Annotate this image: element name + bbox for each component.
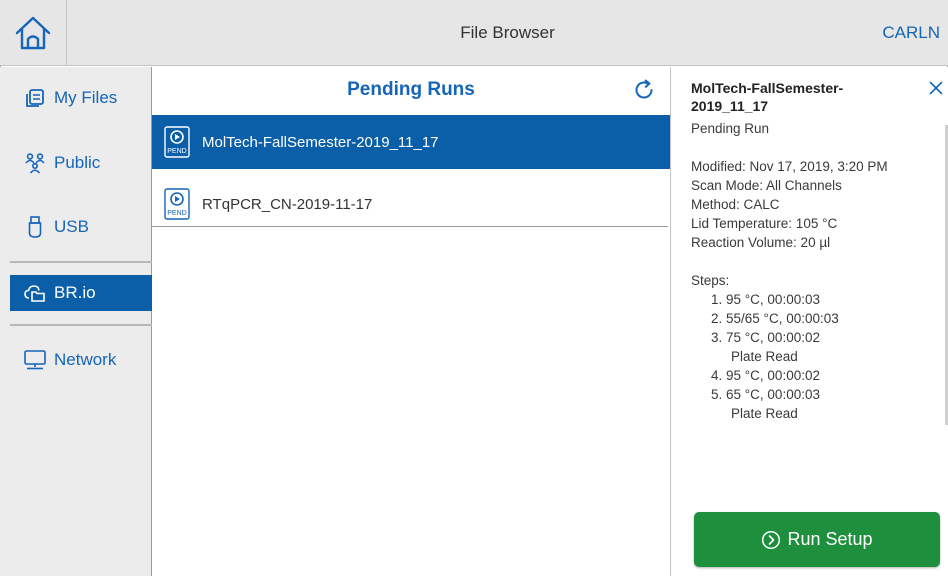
home-icon (15, 16, 51, 50)
usb-icon (24, 216, 46, 238)
detail-modified: Modified: Nov 17, 2019, 3:20 PM (691, 159, 888, 174)
detail-step: 4. 95 °C, 00:00:02 (711, 368, 820, 383)
run-name: MolTech-FallSemester-2019_11_17 (202, 133, 439, 151)
detail-step: 2. 55/65 °C, 00:00:03 (711, 311, 839, 326)
refresh-button[interactable] (632, 78, 656, 102)
detail-step: 3. 75 °C, 00:00:02 (711, 330, 820, 345)
pend-badge-text: PEND (167, 210, 186, 217)
pending-run-icon: PEND (164, 125, 190, 159)
detail-steps-label: Steps: (691, 273, 730, 288)
row-divider (152, 226, 668, 227)
detail-scan-mode: Scan Mode: All Channels (691, 178, 842, 193)
detail-step-note: Plate Read (731, 349, 798, 364)
detail-lid-temperature: Lid Temperature: 105 °C (691, 216, 838, 231)
pend-badge-text: PEND (167, 148, 186, 155)
sidebar-item-label: USB (54, 217, 89, 236)
close-details-button[interactable] (926, 77, 946, 99)
run-details-panel: MolTech-FallSemester-2019_11_17 Pending … (671, 67, 948, 576)
run-setup-button[interactable]: Run Setup (694, 512, 940, 567)
page-title: File Browser (460, 23, 555, 42)
detail-reaction-volume: Reaction Volume: 20 µl (691, 235, 831, 250)
detail-step: 1. 95 °C, 00:00:03 (711, 292, 820, 307)
sidebar-item-public[interactable]: Public (10, 145, 152, 181)
user-menu[interactable]: CARLN (882, 0, 940, 66)
sidebar-item-label: Public (54, 153, 101, 172)
my-files-icon (24, 87, 46, 109)
run-name: RTqPCR_CN-2019-11-17 (202, 195, 373, 213)
run-setup-label: Run Setup (787, 529, 873, 549)
list-title: Pending Runs (347, 79, 475, 100)
sidebar-item-br-io[interactable]: BR.io (10, 275, 152, 311)
sidebar-item-label: BR.io (54, 283, 96, 302)
detail-run-name: MolTech-FallSemester-2019_11_17 (691, 80, 844, 114)
header-bar: File Browser CARLN (0, 0, 948, 66)
detail-body: Pending Run Modified: Nov 17, 2019, 3:20… (691, 119, 941, 427)
home-button[interactable] (0, 0, 66, 66)
sidebar: My Files Public USB BR.io Network (0, 67, 152, 576)
chevron-circle-icon (761, 530, 781, 550)
sidebar-item-label: My Files (54, 88, 118, 107)
sidebar-item-usb[interactable]: USB (10, 209, 152, 245)
network-icon (24, 349, 46, 371)
sidebar-separator (10, 324, 152, 326)
refresh-icon (635, 79, 653, 99)
run-row[interactable]: PEND RTqPCR_CN-2019-11-17 (152, 177, 670, 231)
sidebar-separator (10, 261, 152, 263)
close-icon (929, 81, 943, 95)
cloud-folder-icon (24, 282, 46, 304)
sidebar-item-network[interactable]: Network (10, 342, 152, 378)
pending-run-icon: PEND (164, 187, 190, 221)
detail-step: 5. 65 °C, 00:00:03 (711, 387, 820, 402)
detail-type: Pending Run (691, 121, 770, 136)
detail-method: Method: CALC (691, 197, 780, 212)
run-row[interactable]: PEND MolTech-FallSemester-2019_11_17 (152, 115, 670, 169)
pending-runs-panel: Pending Runs PEND MolTech-FallSemester-2… (152, 67, 670, 576)
sidebar-item-my-files[interactable]: My Files (10, 80, 152, 116)
detail-step-note: Plate Read (731, 406, 798, 421)
public-icon (24, 152, 46, 174)
sidebar-item-label: Network (54, 350, 117, 369)
